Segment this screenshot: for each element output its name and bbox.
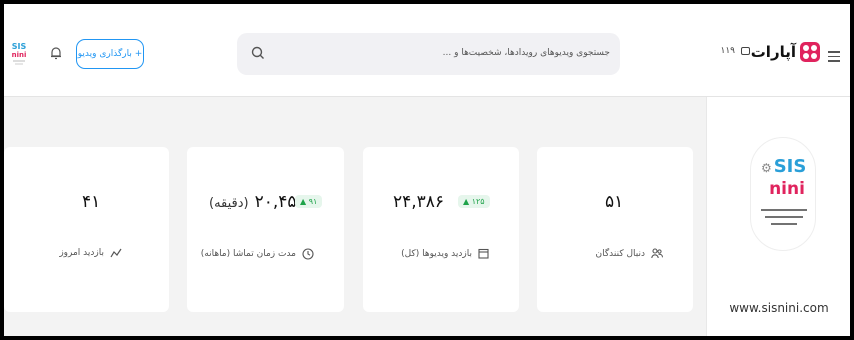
stat-label: مدت زمان تماشا (ماهانه) <box>201 248 314 260</box>
aparat-logo-icon <box>800 42 820 62</box>
svg-text:SIS: SIS <box>774 156 807 177</box>
profile-url[interactable]: www.sisnini.com <box>707 301 850 315</box>
stat-value: ۵۱ <box>605 192 624 212</box>
stat-change-badge: ۹۱ ▲ <box>295 195 323 208</box>
calendar-icon <box>478 248 489 259</box>
channel-avatar[interactable]: SIS nini <box>10 40 28 66</box>
stat-card-today-views: ۴۱ بازدید امروز <box>4 147 169 312</box>
tv-icon <box>741 47 750 55</box>
stat-value: ۲۴,۳۸۶ <box>393 192 445 212</box>
stat-card-followers: ۵۱ دنبال کنندگان <box>537 147 693 312</box>
app-frame: آپارات ۱۱۹ جستجوی ویدیوهای رویدادها، شخص… <box>4 4 850 336</box>
trend-icon <box>110 248 122 258</box>
stat-change-badge: ۱۲۵ ▲ <box>458 195 490 208</box>
menu-icon[interactable] <box>828 51 840 65</box>
stat-card-watch-time: ۲۰,۴۵۶(دقیقه) ۹۱ ▲ مدت زمان تماشا (ماهان… <box>187 147 344 312</box>
search-placeholder: جستجوی ویدیوهای رویدادها، شخصیت‌ها و ... <box>442 48 610 58</box>
stat-value: ۴۱ <box>82 192 101 212</box>
stat-label: دنبال کنندگان <box>596 248 663 259</box>
users-icon <box>651 248 663 259</box>
logo-text: آپارات <box>750 43 796 61</box>
svg-text:nini: nini <box>12 51 27 59</box>
profile-panel: ⚙ SIS nini www.sisnini.com <box>706 97 850 336</box>
stat-card-total-views: ۲۴,۳۸۶ ۱۲۵ ▲ بازدید ویدیوها (کل) <box>363 147 519 312</box>
logo-gear-icon: ⚙ <box>761 161 772 175</box>
bell-icon[interactable] <box>50 46 62 60</box>
stat-value: ۲۰,۴۵۶(دقیقه) <box>209 192 306 212</box>
dashboard-content: ⚙ SIS nini www.sisnini.com ۵۱ دنبال کنند… <box>4 97 850 336</box>
tv-count: ۱۱۹ <box>720 46 735 56</box>
search-icon[interactable] <box>251 46 265 60</box>
svg-text:nini: nini <box>769 179 805 199</box>
upload-video-button[interactable]: + بارگذاری ویدیو <box>76 39 144 69</box>
stat-label: بازدید امروز <box>59 248 122 258</box>
clock-icon <box>302 248 314 260</box>
search-bar[interactable]: جستجوی ویدیوهای رویدادها، شخصیت‌ها و ... <box>237 33 620 75</box>
svg-text:SIS: SIS <box>12 42 27 51</box>
tv-counter[interactable]: ۱۱۹ <box>720 46 750 56</box>
top-header: آپارات ۱۱۹ جستجوی ویدیوهای رویدادها، شخص… <box>4 4 850 97</box>
stat-label: بازدید ویدیوها (کل) <box>401 248 489 259</box>
aparat-logo[interactable]: آپارات <box>751 42 820 62</box>
profile-logo[interactable]: ⚙ SIS nini <box>750 137 816 251</box>
